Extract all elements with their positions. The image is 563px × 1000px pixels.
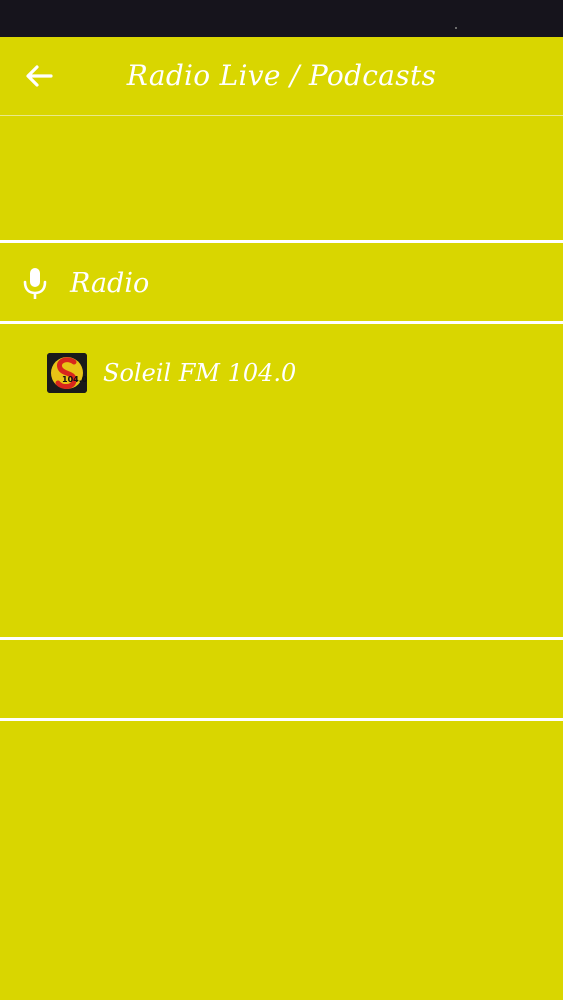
list-item[interactable]: 104.0 Soleil FM 104.0 bbox=[0, 345, 563, 403]
arrow-left-icon bbox=[26, 65, 53, 87]
station-list: 104.0 Soleil FM 104.0 bbox=[0, 325, 563, 637]
back-button[interactable] bbox=[20, 59, 58, 93]
divider bbox=[0, 321, 563, 324]
divider bbox=[0, 637, 563, 640]
divider bbox=[0, 240, 563, 243]
section-label: Radio bbox=[70, 268, 150, 299]
section-header-radio: Radio bbox=[0, 244, 563, 322]
page-title: Radio Live / Podcasts bbox=[126, 59, 437, 92]
status-indicator bbox=[455, 27, 457, 29]
header-area bbox=[0, 116, 563, 241]
footer-band bbox=[0, 641, 563, 718]
microphone-icon bbox=[23, 268, 47, 299]
station-name: Soleil FM 104.0 bbox=[103, 359, 297, 387]
soleil-fm-logo: 104.0 bbox=[47, 353, 87, 393]
divider bbox=[0, 718, 563, 721]
status-bar bbox=[0, 0, 563, 37]
app-bar: Radio Live / Podcasts bbox=[0, 37, 563, 116]
logo-text: 104.0 bbox=[62, 375, 87, 384]
